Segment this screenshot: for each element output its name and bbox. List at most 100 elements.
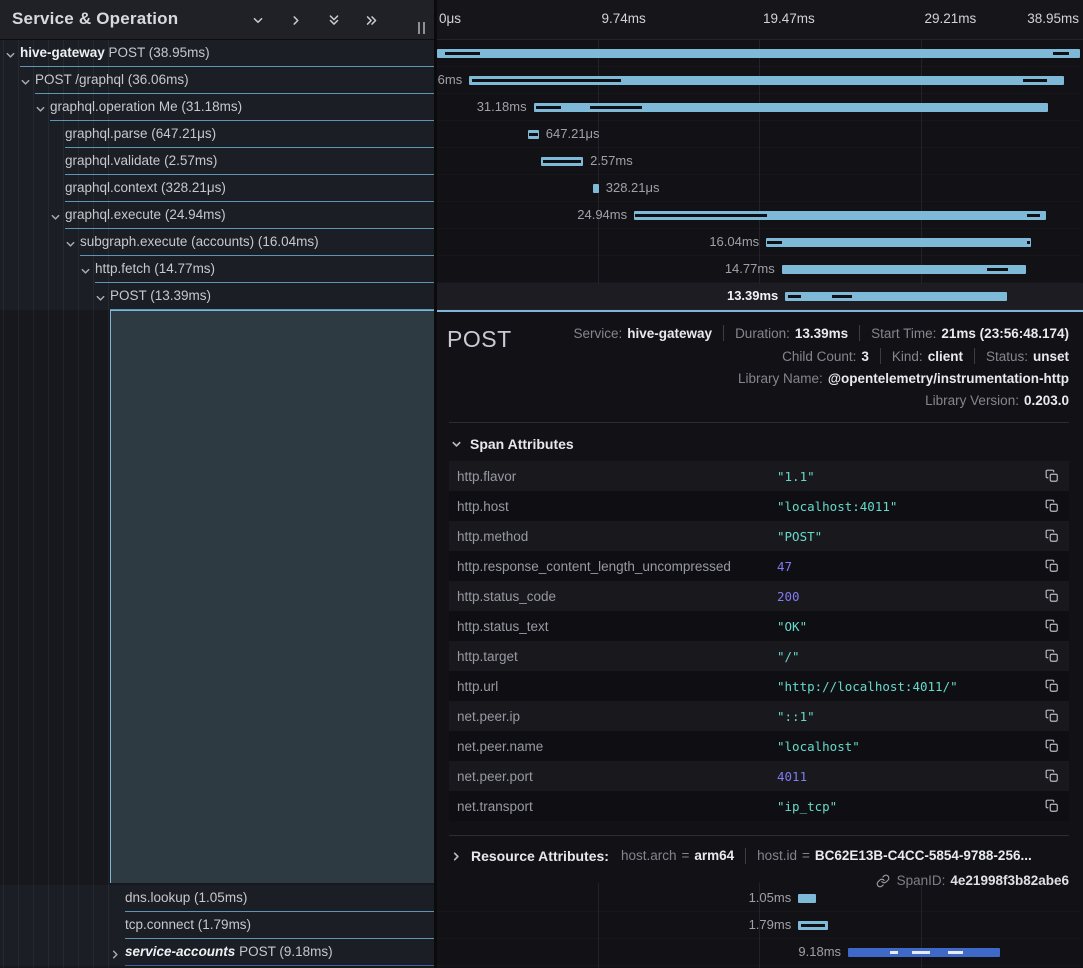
collapse-all-button[interactable] [326,12,342,28]
span-bar[interactable] [469,76,1064,85]
timeline-row[interactable]: 1.79ms [437,912,1080,939]
span-bar[interactable] [782,265,1026,274]
span-meta-line: Service:hive-gatewayDuration:13.39msStar… [573,325,1069,341]
chevron-down-icon[interactable] [20,75,31,93]
span-bar[interactable] [798,921,828,930]
timeline-row[interactable]: 38.95ms [437,40,1080,67]
tree-row[interactable]: subgraph.execute (accounts) (16.04ms) [0,229,434,256]
span-bar[interactable] [541,157,583,166]
trace-viewer: hive-gateway POST (38.95ms)POST /graphql… [0,0,1083,968]
timeline-row[interactable]: 2.57ms [437,148,1080,175]
chevron-down-icon[interactable] [35,102,46,120]
attr-row: net.peer.name"localhost" [449,731,1069,761]
copy-button[interactable] [1043,767,1061,785]
chevron-down-icon[interactable] [50,210,61,228]
tree-row[interactable]: service-accounts POST (9.18ms) [0,939,434,966]
resource-attributes-row[interactable]: Resource Attributes: host.arch=arm64host… [451,848,1069,864]
column-resize-handle[interactable] [418,22,428,34]
service-operation-panel: hive-gateway POST (38.95ms)POST /graphql… [0,0,434,968]
link-icon[interactable] [876,874,890,888]
tree-row[interactable]: graphql.parse (647.21μs) [0,121,434,148]
span-attributes-header[interactable]: Span Attributes [451,436,1069,452]
duration-label: 24.94ms [577,207,627,222]
tree-row[interactable]: http.fetch (14.77ms) [0,256,434,283]
tree-row[interactable]: graphql.context (328.21μs) [0,175,434,202]
copy-icon [1045,739,1059,753]
copy-button[interactable] [1043,617,1061,635]
span-bar[interactable] [593,184,598,193]
copy-button[interactable] [1043,527,1061,545]
child-span-tick [1027,214,1039,217]
child-span-tick [890,951,898,954]
chevron-right-icon [288,12,304,29]
copy-button[interactable] [1043,707,1061,725]
panel-divider[interactable] [434,0,437,968]
span-label: graphql.execute (24.94ms) [65,207,226,222]
span-bar[interactable] [848,948,1000,957]
copy-button[interactable] [1043,737,1061,755]
timeline-row[interactable]: 13.39ms [437,283,1083,310]
collapse-one-button[interactable] [250,12,266,28]
timeline-row[interactable]: 9.18ms [437,939,1080,966]
chevron-down-icon[interactable] [80,264,91,282]
tree-row[interactable]: graphql.execute (24.94ms) [0,202,434,229]
chevron-right-icon [451,851,462,862]
span-bar[interactable] [534,103,1049,112]
tree-row[interactable]: graphql.operation Me (31.18ms) [0,94,434,121]
timeline-row[interactable]: 14.77ms [437,256,1080,283]
attr-key: http.method [457,529,777,544]
expand-all-button[interactable] [364,12,380,28]
expand-one-button[interactable] [288,12,304,28]
tree-row[interactable]: POST /graphql (36.06ms) [0,67,434,94]
chevron-down-icon[interactable] [65,237,76,255]
copy-button[interactable] [1043,557,1061,575]
span-bar[interactable] [437,49,1080,58]
copy-button[interactable] [1043,677,1061,695]
indent-guide-line [48,40,49,968]
span-bar[interactable] [785,292,1007,301]
duration-label: 2.57ms [590,153,633,168]
tree-row[interactable]: tcp.connect (1.79ms) [0,912,434,939]
tree-row[interactable]: dns.lookup (1.05ms) [0,885,434,912]
span-detail-panel: POST Service:hive-gatewayDuration:13.39m… [437,310,1083,883]
indent-guide-line [18,40,19,968]
copy-button[interactable] [1043,647,1061,665]
copy-button[interactable] [1043,797,1061,815]
resource-attributes-title: Resource Attributes: [471,848,609,864]
span-bar[interactable] [634,211,1046,220]
timeline-row[interactable]: 36.06ms [437,67,1080,94]
ruler-tick-label: 38.95ms [1027,11,1079,26]
attr-key: http.status_code [457,589,777,604]
timeline-row[interactable]: 647.21μs [437,121,1080,148]
span-bar[interactable] [798,894,815,903]
timeline-row[interactable]: 24.94ms [437,202,1080,229]
chevron-down-icon[interactable] [95,291,106,309]
child-span-tick [788,295,801,298]
attr-key: http.target [457,649,777,664]
chevron-down-icon[interactable] [5,48,16,66]
span-bar[interactable] [766,238,1031,247]
copy-icon [1045,709,1059,723]
chevron-right-icon[interactable] [110,947,121,965]
copy-button[interactable] [1043,497,1061,515]
timeline-row[interactable]: 1.05ms [437,885,1080,912]
timeline-row[interactable]: 31.18ms [437,94,1080,121]
copy-button[interactable] [1043,467,1061,485]
tree-row[interactable]: graphql.validate (2.57ms) [0,148,434,175]
attr-value: "1.1" [777,469,1043,484]
timeline-row[interactable]: 16.04ms [437,229,1080,256]
tree-row[interactable]: hive-gateway POST (38.95ms) [0,40,434,67]
tree-row[interactable]: POST (13.39ms) [0,283,434,310]
resource-key: host.id [757,848,797,863]
timeline-row[interactable]: 328.21μs [437,175,1080,202]
span-detail-header: POST Service:hive-gatewayDuration:13.39m… [447,322,1069,408]
span-label: http.fetch (14.77ms) [95,261,215,276]
row-underline [125,965,434,966]
copy-button[interactable] [1043,587,1061,605]
chevron-down-icon [451,439,462,450]
span-label: POST (13.39ms) [110,288,211,303]
span-bar[interactable] [528,130,539,139]
attr-value: "::1" [777,709,1043,724]
attr-value: "POST" [777,529,1043,544]
copy-icon [1045,619,1059,633]
